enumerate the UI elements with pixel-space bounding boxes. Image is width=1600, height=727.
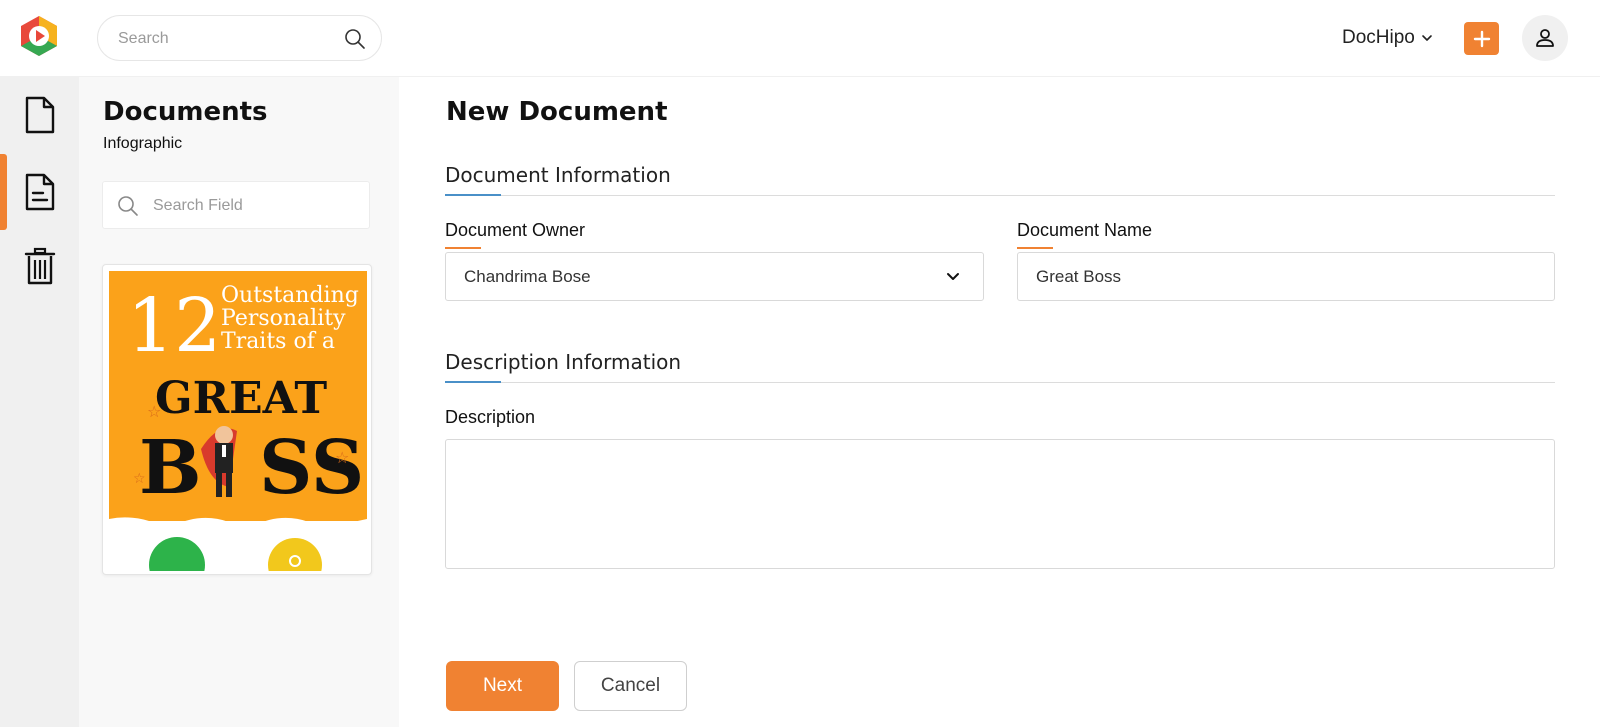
document-owner-value: Chandrima Bose — [464, 267, 591, 286]
account-name: DocHipo — [1342, 27, 1415, 48]
thumb-line1: Outstanding — [221, 283, 359, 308]
chevron-down-icon — [947, 273, 959, 280]
cancel-button[interactable]: Cancel — [574, 661, 687, 711]
create-new-button[interactable] — [1464, 22, 1499, 55]
document-icon — [25, 96, 54, 134]
account-switcher[interactable]: DocHipo — [1342, 24, 1433, 52]
new-document-form: New Document Document Information Docume… — [399, 77, 1600, 727]
next-button[interactable]: Next — [446, 661, 559, 711]
rail-item-trash[interactable] — [0, 229, 79, 305]
global-search — [97, 15, 382, 61]
user-icon — [1536, 29, 1554, 47]
trash-icon — [24, 247, 55, 285]
top-bar: DocHipo — [0, 0, 1600, 77]
template-thumbnail[interactable]: 12 Outstanding Personality Traits of a G… — [102, 264, 372, 575]
document-text-icon — [25, 173, 54, 211]
search-icon[interactable] — [343, 27, 367, 51]
section-divider — [445, 194, 1555, 196]
documents-panel: Documents Infographic 12 Outstanding Per… — [79, 77, 399, 727]
rail-item-document-list[interactable] — [0, 154, 79, 230]
description-label: Description — [445, 407, 536, 427]
svg-text:☆: ☆ — [133, 470, 146, 486]
owner-label: Document Owner — [445, 220, 586, 240]
name-label: Document Name — [1017, 220, 1153, 240]
field-search — [102, 181, 370, 229]
svg-text:☆: ☆ — [335, 450, 349, 467]
thumb-word-great: GREAT — [155, 373, 327, 424]
thumb-line2: Personality — [221, 306, 346, 331]
required-accent — [1017, 247, 1053, 249]
infographic-preview: 12 Outstanding Personality Traits of a G… — [109, 271, 367, 571]
thumb-number: 12 — [127, 283, 221, 369]
user-menu-button[interactable] — [1522, 15, 1568, 61]
logo-icon — [21, 16, 57, 56]
required-accent — [445, 247, 481, 249]
page-title: New Document — [446, 97, 668, 127]
svg-text:☆: ☆ — [147, 404, 161, 421]
rail-item-documents[interactable] — [0, 77, 79, 153]
document-owner-select[interactable]: Chandrima Bose — [445, 252, 984, 301]
field-search-input[interactable] — [153, 195, 353, 217]
documents-category: Infographic — [103, 135, 183, 152]
chevron-down-icon — [1422, 35, 1432, 41]
section-divider — [445, 381, 1555, 383]
plus-icon — [1473, 30, 1490, 47]
section-title-document-information: Document Information — [445, 163, 671, 187]
global-search-input[interactable] — [118, 28, 328, 50]
search-icon — [118, 196, 138, 216]
thumb-word-b: B — [139, 425, 202, 511]
app-logo[interactable] — [19, 15, 59, 57]
document-name-input[interactable] — [1017, 252, 1555, 301]
thumb-line3: Traits of a — [221, 329, 335, 354]
icon-rail — [0, 77, 79, 727]
thumb-word-ss: SS — [259, 425, 364, 511]
documents-title: Documents — [103, 97, 268, 127]
description-textarea[interactable] — [445, 439, 1555, 569]
section-title-description-information: Description Information — [445, 350, 682, 374]
